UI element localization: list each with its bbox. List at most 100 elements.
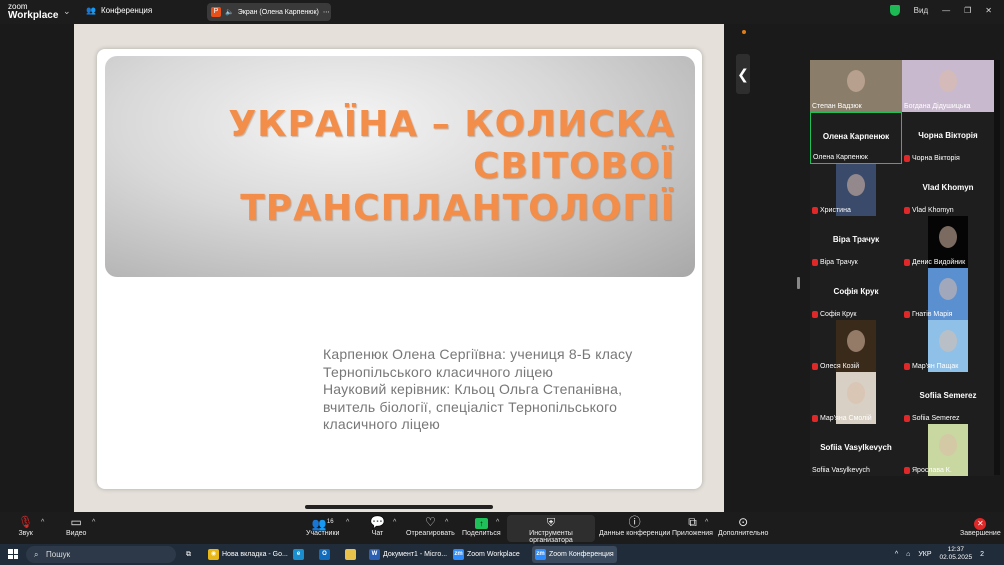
participants-button[interactable]: 👥16 Участники <box>306 515 339 537</box>
participant-tile[interactable]: Мар'яна Смолій <box>810 372 902 424</box>
chat-label: Чат <box>371 530 384 537</box>
view-button[interactable]: Вид <box>914 6 928 15</box>
slide-title: УКРАЇНА – КОЛИСКА СВІТОВОЇ ТРАНСПЛАНТОЛО… <box>228 104 675 229</box>
screen-share-pill[interactable]: P 🔈 Экран (Олена Карпенюк) ⋯ <box>207 3 331 21</box>
participant-label: Чорна Вікторія <box>904 155 960 162</box>
participant-tile[interactable]: Гнатів Марія <box>902 268 994 320</box>
participant-tile[interactable]: Христина <box>810 164 902 216</box>
mic-muted-icon <box>904 467 910 474</box>
participant-tile[interactable]: Vlad Khomyn Vlad Khomyn <box>902 164 994 216</box>
video-button[interactable]: ▭ Видео <box>66 515 86 537</box>
search-icon: ⌕ <box>34 550 39 559</box>
mic-muted-icon <box>812 311 818 318</box>
mic-muted-icon <box>812 259 818 266</box>
mic-muted-icon <box>812 207 818 214</box>
presentation-slide: УКРАЇНА – КОЛИСКА СВІТОВОЇ ТРАНСПЛАНТОЛО… <box>97 49 702 489</box>
people-icon: 👥 <box>86 6 96 15</box>
restore-icon[interactable]: ❐ <box>964 6 971 15</box>
chevron-down-icon[interactable]: ⌄ <box>63 6 71 17</box>
participant-label-text: Sofiia Semerez <box>912 415 960 422</box>
video-label: Видео <box>66 530 87 537</box>
share-caret[interactable]: ^ <box>496 519 499 526</box>
participant-avatar <box>847 174 865 196</box>
end-label: Завершение <box>960 530 1001 537</box>
screen-share-label: Экран (Олена Карпенюк) <box>237 8 319 16</box>
slide-scrollbar[interactable] <box>305 505 493 509</box>
participant-tile[interactable]: Мар'ян Пащак <box>902 320 994 372</box>
participant-tile[interactable]: Денис Видойник <box>902 216 994 268</box>
react-caret[interactable]: ^ <box>445 519 448 526</box>
chat-button[interactable]: 💬 Чат <box>370 515 385 537</box>
share-button[interactable]: ↑ Поделиться <box>462 515 501 537</box>
chevron-up-icon[interactable]: ^ <box>895 551 898 558</box>
audio-button[interactable]: 🎙 Звук <box>18 515 33 537</box>
more-button[interactable]: ⊙ Дополнительно <box>718 515 768 537</box>
meeting-info-button[interactable]: ⓘ Данные конференции <box>599 515 670 537</box>
end-button[interactable]: ✕ Завершение <box>960 515 1001 537</box>
participants-label: Участники <box>306 530 340 537</box>
participant-label-text: Гнатів Марія <box>912 311 953 318</box>
taskbar-item-zoom-meeting[interactable]: zm Zoom Конференция <box>532 546 617 563</box>
video-options-caret[interactable]: ^ <box>92 519 95 526</box>
participant-tile[interactable]: Степан Вадзюк <box>810 60 902 112</box>
task-view-icon[interactable]: ⧉ <box>183 546 194 563</box>
mic-muted-icon <box>904 155 910 162</box>
participant-tile[interactable]: Чорна Вікторія Чорна Вікторія <box>902 112 994 164</box>
participant-tile[interactable]: Sofiia Vasylkevych Sofiia Vasylkevych <box>810 424 902 476</box>
collapse-panel-button[interactable]: ❮ <box>736 54 750 94</box>
search-placeholder: Пошук <box>46 550 71 559</box>
shield-icon[interactable] <box>889 5 900 16</box>
taskbar-item-explorer[interactable] <box>342 546 359 563</box>
host-tools-button[interactable]: ⛨ Инструменты организатора <box>507 515 595 544</box>
taskbar-item-zoom-workplace[interactable]: zm Zoom Workplace <box>450 546 523 563</box>
participant-label-text: Денис Видойник <box>912 259 966 266</box>
participant-label-text: Софія Крук <box>820 311 857 318</box>
title-bar: zoom Workplace ⌄ 👥 Конференция P 🔈 Экран… <box>0 0 1004 24</box>
participant-tile[interactable]: Олеся Козій <box>810 320 902 372</box>
participant-avatar <box>939 226 957 248</box>
taskbar-item-chrome[interactable]: ◉ Нова вкладка - Go... <box>205 546 291 563</box>
windows-start-icon[interactable] <box>8 549 18 559</box>
zoom-icon: zm <box>535 549 546 560</box>
participant-tile[interactable]: Віра Трачук Віра Трачук <box>810 216 902 268</box>
participant-avatar <box>939 434 957 456</box>
language-indicator[interactable]: УКР <box>918 551 931 558</box>
taskbar-item-edge[interactable]: e <box>290 546 307 563</box>
participant-label: Богдана Дідушицька <box>904 103 971 110</box>
participant-label: Sofiia Semerez <box>904 415 959 422</box>
participant-tile[interactable]: Богдана Дідушицька <box>902 60 994 112</box>
minimize-icon[interactable]: — <box>942 6 950 15</box>
taskbar-item-outlook[interactable]: O <box>316 546 333 563</box>
participant-tile[interactable]: Софія Крук Софія Крук <box>810 268 902 320</box>
participant-tile[interactable]: Олена Карпенюк Олена Карпенюк <box>810 112 902 164</box>
share-icon: ↑ <box>462 515 501 530</box>
participant-label: Денис Видойник <box>904 259 965 266</box>
taskbar-item-word[interactable]: W Документ1 - Micro... <box>366 546 450 563</box>
notifications-badge[interactable]: 2 <box>980 551 984 558</box>
meeting-toolbar: 🎙 Звук ^ ▭ Видео ^ 👥16 Участники ^ 💬 Чат… <box>0 512 1004 544</box>
slide-subtitle: Карпенюк Олена Сергіївна: учениця 8-Б кл… <box>323 346 693 434</box>
resize-handle[interactable] <box>797 277 800 289</box>
taskbar-item-label: Нова вкладка - Go... <box>222 551 288 558</box>
participant-tile[interactable]: Sofiia Semerez Sofiia Semerez <box>902 372 994 424</box>
share-label: Поделиться <box>462 530 501 537</box>
apps-caret[interactable]: ^ <box>705 519 708 526</box>
more-icon[interactable]: ⋯ <box>323 8 330 16</box>
clock[interactable]: 12:37 02.05.2025 <box>940 546 973 562</box>
edge-icon: e <box>293 549 304 560</box>
participants-caret[interactable]: ^ <box>346 519 349 526</box>
video-camera-icon: ▭ <box>70 515 82 529</box>
outlook-icon: O <box>319 549 330 560</box>
subtitle-line: Науковий керівник: Кльоц Ольга Степанівн… <box>323 381 623 397</box>
participant-tile[interactable]: Ярослава К. <box>902 424 994 476</box>
network-icon[interactable]: ⌂ <box>906 551 910 558</box>
mic-muted-icon <box>812 415 818 422</box>
chat-caret[interactable]: ^ <box>393 519 396 526</box>
audio-options-caret[interactable]: ^ <box>41 519 44 526</box>
participant-name: Віра Трачук <box>832 235 880 244</box>
close-icon[interactable]: ✕ <box>985 6 992 15</box>
recording-dot-icon <box>742 30 746 34</box>
info-icon: ⓘ <box>628 515 641 529</box>
conference-menu[interactable]: 👥 Конференция <box>86 6 152 15</box>
taskbar-search[interactable]: ⌕ Пошук <box>26 546 176 563</box>
